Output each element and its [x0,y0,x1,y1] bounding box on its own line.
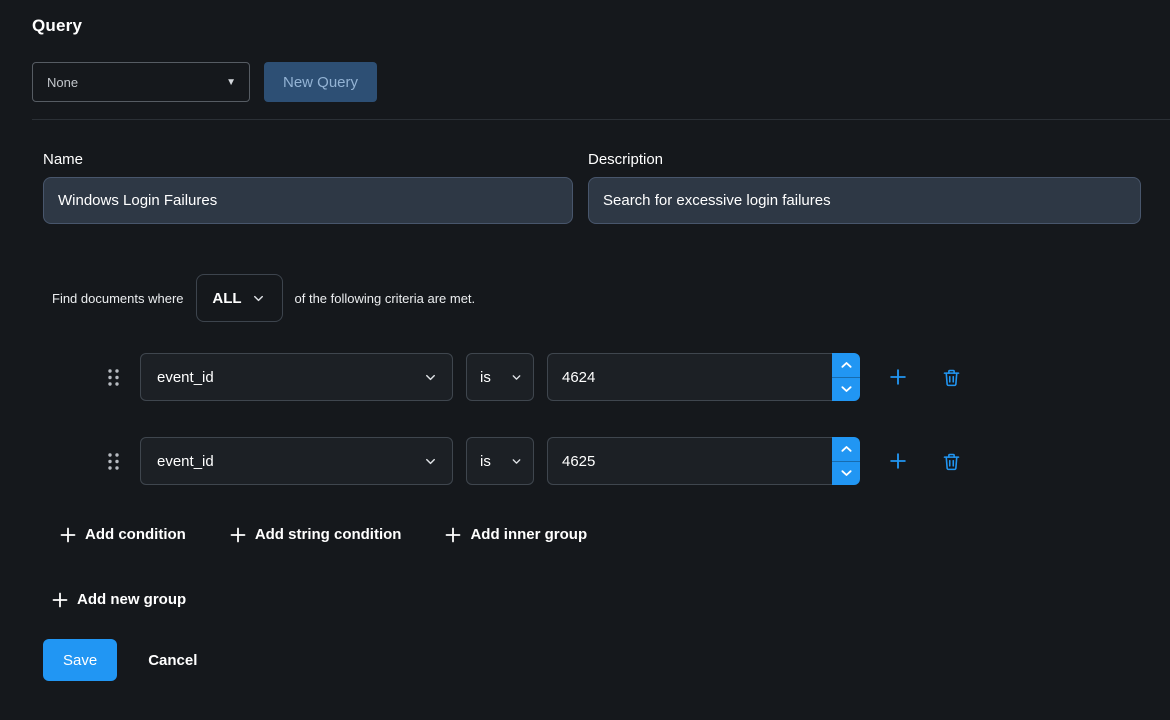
drag-dots-icon [107,368,120,387]
field-select[interactable]: event_id [140,437,453,485]
rule-row: event_id is [32,437,1141,485]
field-select-value: event_id [157,369,214,386]
combinator-value: ALL [212,290,241,307]
trash-icon [941,367,962,388]
value-input[interactable] [547,437,832,485]
saved-query-select-value: None [47,75,78,90]
add-condition-label: Add condition [85,526,186,543]
chevron-up-icon [841,361,852,369]
add-inner-group-label: Add inner group [470,526,587,543]
stepper-down-button[interactable] [832,462,860,486]
criteria-sentence: Find documents where ALL of the followin… [32,274,1141,322]
delete-condition-button[interactable] [941,451,962,472]
field-select[interactable]: event_id [140,353,453,401]
operator-select-value: is [480,369,491,386]
operator-select[interactable]: is [466,437,534,485]
page-title: Query [32,16,1141,36]
saved-query-select[interactable]: None ▼ [32,62,250,102]
delete-condition-button[interactable] [941,367,962,388]
section-divider [32,119,1170,120]
plus-icon [60,527,76,543]
criteria-prefix-text: Find documents where [52,291,184,306]
trash-icon [941,451,962,472]
footer-actions: Save Cancel [32,639,1141,681]
operator-select[interactable]: is [466,353,534,401]
add-new-group-label: Add new group [77,591,186,608]
save-button[interactable]: Save [43,639,117,681]
number-stepper [832,353,860,401]
chevron-down-icon [510,455,523,468]
number-stepper [832,437,860,485]
chevron-down-icon [841,469,852,477]
chevron-down-icon [841,385,852,393]
value-input[interactable] [547,353,832,401]
plus-icon [52,592,68,608]
add-new-group-link[interactable]: Add new group [52,591,186,608]
stepper-up-button[interactable] [832,437,860,462]
drag-handle[interactable] [107,368,120,387]
add-condition-icon-button[interactable] [887,450,909,472]
description-field-group: Description [588,151,1141,224]
add-condition-icon-button[interactable] [887,366,909,388]
plus-icon [887,450,909,472]
plus-icon [230,527,246,543]
query-meta-fields: Name Description [32,151,1141,224]
name-label: Name [43,151,573,168]
add-string-condition-label: Add string condition [255,526,402,543]
description-label: Description [588,151,1141,168]
value-input-group [547,437,860,485]
plus-icon [887,366,909,388]
stepper-down-button[interactable] [832,378,860,402]
field-select-value: event_id [157,453,214,470]
chevron-down-icon [510,371,523,384]
rule-row: event_id is [32,353,1141,401]
chevron-down-icon [423,370,438,385]
dropdown-triangle-icon: ▼ [226,77,236,88]
value-input-group [547,353,860,401]
add-actions-row: Add condition Add string condition Add i… [32,526,1141,543]
drag-handle[interactable] [107,452,120,471]
criteria-suffix-text: of the following criteria are met. [295,291,476,306]
rule-list: event_id is [32,353,1141,485]
chevron-down-icon [251,291,266,306]
query-selector-bar: None ▼ New Query [32,62,1141,102]
name-field-group: Name [43,151,573,224]
cancel-button[interactable]: Cancel [148,652,197,669]
add-new-group-row: Add new group [32,591,1141,608]
chevron-up-icon [841,445,852,453]
add-inner-group-link[interactable]: Add inner group [445,526,587,543]
query-editor-page: Query None ▼ New Query Name Description … [0,0,1170,720]
operator-select-value: is [480,453,491,470]
drag-dots-icon [107,452,120,471]
new-query-button[interactable]: New Query [264,62,377,102]
chevron-down-icon [423,454,438,469]
name-input[interactable] [43,177,573,224]
add-string-condition-link[interactable]: Add string condition [230,526,402,543]
stepper-up-button[interactable] [832,353,860,378]
combinator-select[interactable]: ALL [196,274,283,322]
plus-icon [445,527,461,543]
add-condition-link[interactable]: Add condition [60,526,186,543]
description-input[interactable] [588,177,1141,224]
